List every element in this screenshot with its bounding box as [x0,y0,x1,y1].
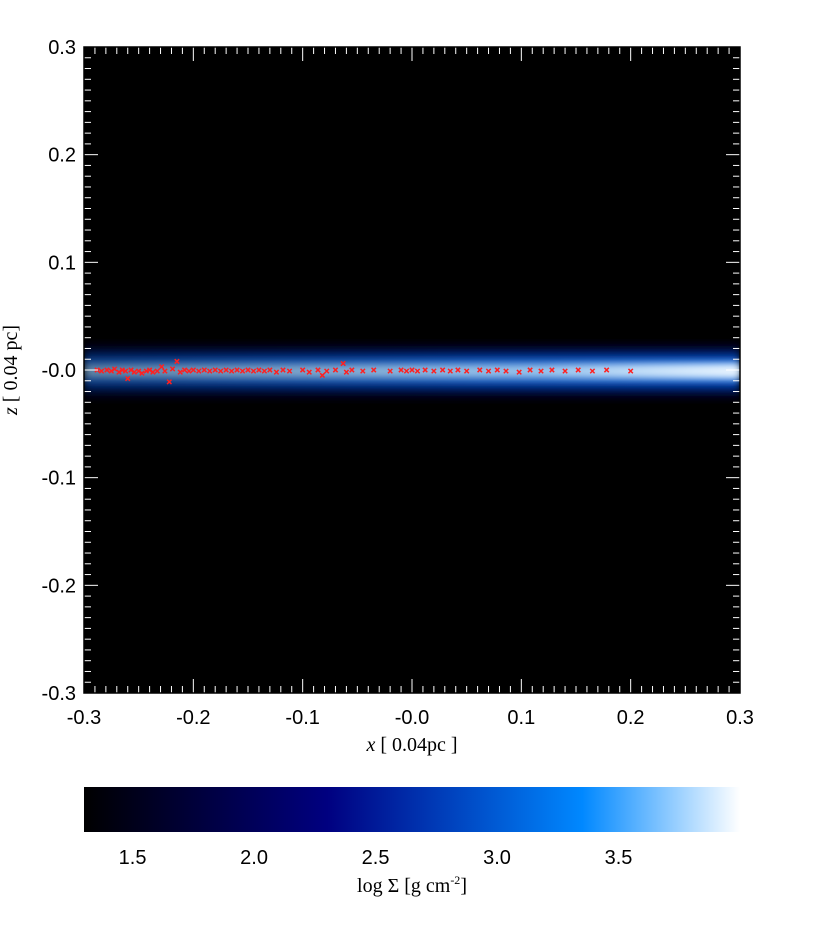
y-tick-label: 0.2 [48,145,76,167]
y-tick-label: -0.3 [42,683,76,705]
y-tick-label: 0.3 [48,37,76,59]
colorbar-tick-label: 3.5 [605,847,633,869]
colorbar-tick-label: 1.5 [119,847,147,869]
y-tick-labels: -0.3 -0.2 -0.1 -0.0 0.1 0.2 0.3 [42,37,76,705]
plot-area [83,46,741,694]
y-tick-label: -0.1 [42,468,76,490]
colorbar-gradient [84,787,740,832]
x-tick-label: 0.2 [617,707,645,729]
colorbar-tick-label: 2.0 [240,847,268,869]
x-tick-label: -0.0 [395,707,429,729]
x-tick-label: 0.1 [507,707,535,729]
x-axis-title: x [ 0.04pc ] [365,734,457,756]
y-tick-label: -0.0 [42,360,76,382]
disk-emission [84,338,740,404]
x-tick-labels: -0.3 -0.2 -0.1 -0.0 0.1 0.2 0.3 [67,707,754,729]
x-tick-label: -0.1 [285,707,319,729]
x-tick-label: -0.3 [67,707,101,729]
colorbar-tick-label: 2.5 [362,847,390,869]
colorbar: 1.5 2.0 2.5 3.0 3.5 log Σ [g cm-2] [84,787,740,897]
disk-core [84,364,740,378]
x-tick-label: 0.3 [726,707,754,729]
y-tick-label: 0.1 [48,252,76,274]
colorbar-ticks: 1.5 2.0 2.5 3.0 3.5 [119,847,633,869]
colorbar-title: log Σ [g cm-2] [357,873,467,897]
figure: -0.3 -0.2 -0.1 -0.0 0.1 0.2 0.3 -0.3-0.2-0.1-0… [0,37,754,897]
y-tick-label: -0.2 [42,575,76,597]
colorbar-tick-label: 3.0 [483,847,511,869]
x-tick-label: -0.2 [176,707,210,729]
y-axis-title: z [ 0.04 pc] [0,325,22,416]
